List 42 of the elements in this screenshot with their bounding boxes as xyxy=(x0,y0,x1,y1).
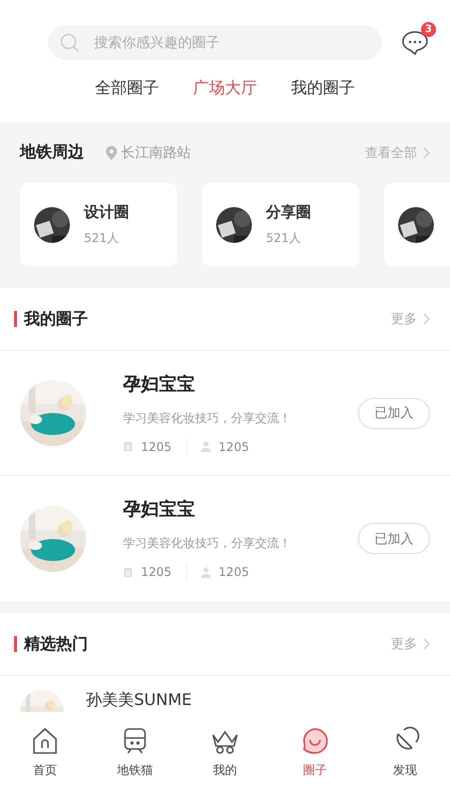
station-label: 长江南路站 xyxy=(121,144,191,162)
member-count: 1205 xyxy=(218,440,250,454)
person-icon xyxy=(200,566,211,578)
nav-item[interactable]: 我的 xyxy=(180,720,270,800)
circle-description: 学习美容化妆技巧，分享交流！ xyxy=(123,535,292,552)
chat-icon xyxy=(300,726,330,756)
joined-button[interactable]: 已加入 xyxy=(358,398,430,428)
document-icon xyxy=(123,566,133,578)
section-title: 地铁周边 xyxy=(20,142,84,163)
section-title: 精选热门 xyxy=(24,634,88,654)
nav-item[interactable]: 圈子 xyxy=(270,720,360,800)
circle-card[interactable]: 分享圈 521人 xyxy=(202,183,359,266)
circle-name: 孕妇宝宝 xyxy=(123,372,196,396)
member-count: 521人 xyxy=(266,230,302,246)
location-pin-icon xyxy=(106,146,117,160)
joined-button[interactable]: 已加入 xyxy=(358,523,430,554)
search-icon xyxy=(60,33,80,53)
circle-card[interactable]: 设计圈 521人 xyxy=(20,183,177,266)
nav-item[interactable]: 首页 xyxy=(0,720,90,800)
post-count: 1205 xyxy=(141,440,172,454)
tab[interactable]: 我的圈子 xyxy=(291,78,355,122)
chevron-icon xyxy=(423,313,430,325)
circle-name: 分享圈 xyxy=(266,202,311,222)
circle-description: 学习美容化妆技巧，分享交流！ xyxy=(123,410,292,426)
home-icon xyxy=(30,726,60,756)
member-count: 1205 xyxy=(218,565,250,579)
search-field[interactable]: 搜索你感兴趣的圈子 xyxy=(48,25,382,60)
circle-name: 设计圈 xyxy=(84,202,129,222)
tab[interactable]: 全部圈子 xyxy=(95,78,159,122)
post-count: 1205 xyxy=(141,565,172,579)
document-icon xyxy=(123,441,133,452)
member-count: 521人 xyxy=(84,230,120,246)
chevron-icon xyxy=(423,638,430,650)
chevron-icon xyxy=(423,146,430,158)
person-icon xyxy=(200,441,211,452)
tab[interactable]: 广场大厅 xyxy=(193,78,257,122)
notification-badge: 3 xyxy=(421,22,436,36)
nav-item[interactable]: 地铁猫 xyxy=(90,720,180,800)
section-title: 我的圈子 xyxy=(24,308,88,330)
circle-name: 孕妇宝宝 xyxy=(123,498,196,521)
nav-item[interactable]: 发现 xyxy=(360,720,450,800)
user-name: 孙美美SUNME xyxy=(86,690,192,711)
